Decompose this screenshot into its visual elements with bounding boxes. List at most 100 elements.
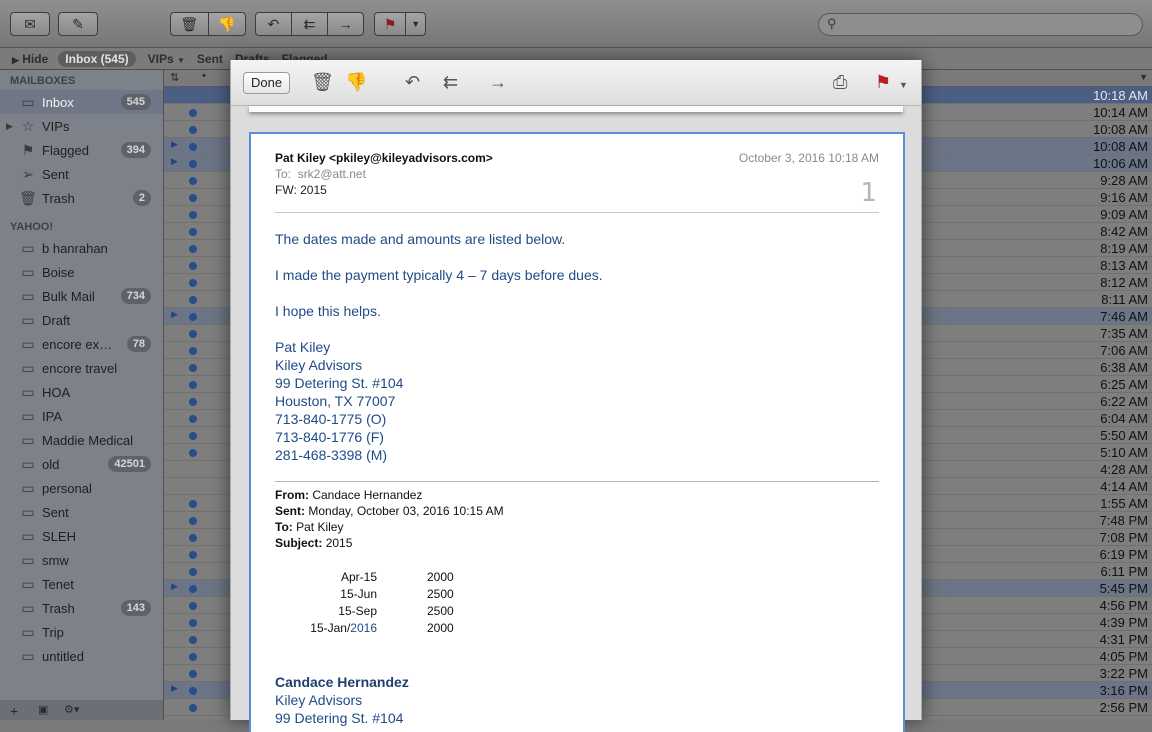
signature-phone-fax[interactable]: 713-840-1776 (F)	[275, 429, 384, 445]
favorite-vips[interactable]: VIPs ▼	[148, 52, 185, 66]
message-time: 10:08 AM	[1093, 122, 1148, 137]
unread-dot-icon	[189, 517, 197, 525]
reply-all-icon[interactable]: ⇇	[443, 72, 458, 93]
signature-phone-mobile[interactable]: 281-468-3398 (M)	[275, 447, 387, 463]
sidebar-folder[interactable]: ▭ Trash 143	[0, 596, 163, 620]
message-time: 1:55 AM	[1100, 496, 1148, 511]
message-time: 10:18 AM	[1093, 88, 1148, 103]
flag-icon[interactable]: ⚑	[375, 13, 407, 35]
inbox-tray-icon: ▭	[21, 93, 35, 110]
folder-label: Maddie Medical	[42, 432, 134, 448]
sidebar-item-inbox[interactable]: ▭ Inbox 545	[0, 90, 163, 114]
add-icon[interactable]: +	[10, 703, 18, 719]
signature-phone-office[interactable]: 713-840-1775 (O)	[275, 411, 386, 427]
sidebar-item-sent[interactable]: ➢ Sent	[0, 162, 163, 186]
sidebar-folder[interactable]: ▭ Tenet	[0, 572, 163, 596]
message-time: 5:10 AM	[1100, 445, 1148, 460]
forward-icon[interactable]: →	[489, 72, 507, 93]
sidebar-item-trash[interactable]: 🗑 Trash 2	[0, 186, 163, 210]
compose-button[interactable]: ✎	[58, 12, 98, 36]
junk-icon[interactable]: 👎	[345, 72, 367, 93]
unread-column-icon[interactable]: •	[202, 70, 206, 82]
trash-icon[interactable]: 🗑	[311, 72, 334, 93]
sidebar-folder[interactable]: ▭ personal	[0, 476, 163, 500]
message-time: 4:28 AM	[1100, 462, 1148, 477]
reply-all-icon[interactable]: ⇇	[292, 13, 329, 35]
reply-icon[interactable]: ↶	[256, 13, 292, 35]
message-time: 4:31 PM	[1099, 632, 1148, 647]
signature2-address[interactable]: 99 Detering St. #104	[275, 710, 403, 726]
sidebar-folder[interactable]: ▭ Draft	[0, 308, 163, 332]
favorite-inbox[interactable]: Inbox (545)	[58, 50, 136, 67]
favorite-sent[interactable]: Sent	[197, 52, 223, 66]
body-line: I made the payment typically 4 – 7 days …	[275, 267, 603, 283]
disclosure-triangle-icon[interactable]: ▶	[6, 121, 13, 132]
body-line: I hope this helps.	[275, 303, 381, 319]
sidebar-item-vips[interactable]: ▶ ☆ VIPs	[0, 114, 163, 138]
message-time: 3:22 PM	[1099, 666, 1148, 681]
unread-dot-icon	[189, 432, 197, 440]
payment-date-link[interactable]: 2016	[350, 621, 377, 635]
hide-button[interactable]: ▶ Hide	[12, 52, 48, 66]
sidebar-footer: + ▣ ⚙▾	[0, 700, 164, 720]
thread-disclosure-icon[interactable]: ▶	[171, 683, 178, 694]
forward-icon[interactable]: →	[328, 13, 363, 35]
sidebar-folder[interactable]: ▭ IPA	[0, 404, 163, 428]
signature-city[interactable]: Houston, TX 77007	[275, 393, 395, 409]
sidebar-folder[interactable]: ▭ untitled	[0, 644, 163, 668]
thread-disclosure-icon[interactable]: ▶	[171, 581, 178, 592]
sidebar-item-flagged[interactable]: ⚑ Flagged 394	[0, 138, 163, 162]
show-activity-icon[interactable]: ▣	[38, 703, 48, 716]
get-mail-button[interactable]: ✉	[10, 12, 50, 36]
flag-icon[interactable]: ⚑	[875, 72, 891, 93]
folder-label: Boise	[42, 264, 75, 280]
hide-label: Hide	[22, 51, 49, 66]
sidebar-folder[interactable]: ▭ smw	[0, 548, 163, 572]
sidebar-folder[interactable]: ▭ Maddie Medical	[0, 428, 163, 452]
sidebar-folder[interactable]: ▭ encore travel	[0, 356, 163, 380]
print-icon[interactable]: ⎙	[833, 72, 847, 93]
folder-icon: ▭	[21, 335, 35, 352]
message-time: 6:19 PM	[1099, 547, 1148, 562]
sidebar-folder[interactable]: ▭ b hanrahan	[0, 236, 163, 260]
chevron-down-icon[interactable]: ▼	[406, 13, 425, 35]
trash-icon[interactable]: 🗑	[171, 13, 209, 35]
sidebar-folder[interactable]: ▭ HOA	[0, 380, 163, 404]
sidebar-item-label: VIPs	[42, 118, 70, 134]
thread-disclosure-icon[interactable]: ▶	[171, 156, 178, 167]
message-time: 8:19 AM	[1100, 241, 1148, 256]
sort-chevron-icon[interactable]: ▼	[1139, 72, 1148, 82]
gear-icon[interactable]: ⚙▾	[64, 703, 79, 716]
body-line: The dates made and amounts are listed be…	[275, 231, 566, 247]
sidebar-folder[interactable]: ▭ Boise	[0, 260, 163, 284]
sidebar-folder[interactable]: ▭ Bulk Mail 734	[0, 284, 163, 308]
unread-dot-icon	[189, 313, 197, 321]
sidebar-folder[interactable]: ▭ SLEH	[0, 524, 163, 548]
chevron-down-icon[interactable]: ▼	[899, 80, 908, 90]
reply-icon[interactable]: ↶	[405, 72, 420, 93]
done-button[interactable]: Done	[243, 72, 291, 94]
forward-sent: Sent: Monday, October 03, 2016 10:15 AM	[275, 504, 504, 518]
flag-group: ⚑ ▼	[374, 12, 426, 36]
message-time: 4:39 PM	[1099, 615, 1148, 630]
message-time: 8:42 AM	[1100, 224, 1148, 239]
search-input[interactable]: ⚲	[818, 13, 1143, 36]
reply-group: ↶ ⇇ →	[255, 12, 364, 36]
recipient[interactable]: srk2@att.net	[298, 167, 366, 181]
sidebar-folder[interactable]: ▭ encore ex… 78	[0, 332, 163, 356]
flag-icon: ⚑	[21, 141, 35, 158]
thread-arrows-icon[interactable]: ⇅	[170, 71, 179, 84]
unread-dot-icon	[189, 568, 197, 576]
mailboxes-header: MAILBOXES	[10, 75, 76, 87]
thread-disclosure-icon[interactable]: ▶	[171, 139, 178, 150]
payment-date-prefix: 15-Jan/	[310, 621, 351, 635]
unread-dot-icon	[189, 687, 197, 695]
folder-icon: ▭	[21, 479, 35, 496]
junk-icon[interactable]: 👎	[209, 13, 246, 35]
thread-disclosure-icon[interactable]: ▶	[171, 309, 178, 320]
unread-dot-icon	[189, 279, 197, 287]
sidebar-folder[interactable]: ▭ old 42501	[0, 452, 163, 476]
signature-address[interactable]: 99 Detering St. #104	[275, 375, 403, 391]
sidebar-folder[interactable]: ▭ Sent	[0, 500, 163, 524]
sidebar-folder[interactable]: ▭ Trip	[0, 620, 163, 644]
